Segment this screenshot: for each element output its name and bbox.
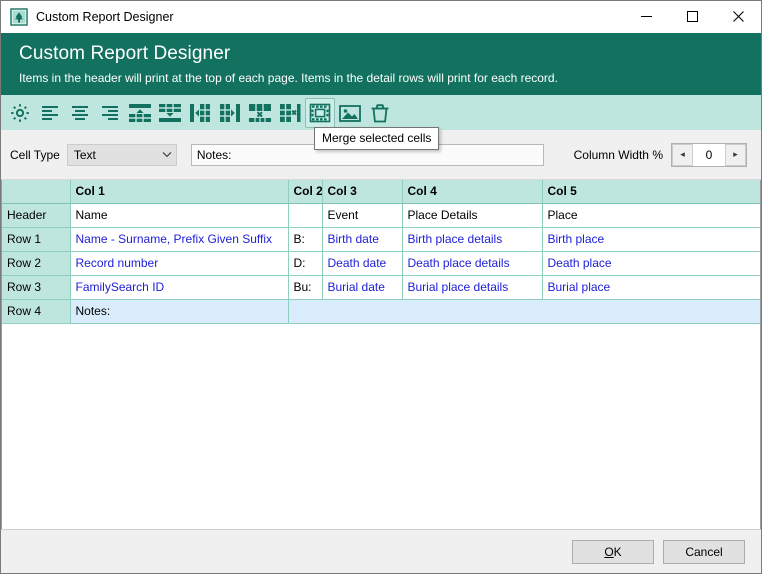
settings-icon	[9, 102, 31, 124]
column-header-col2[interactable]: Col 2	[288, 180, 322, 203]
settings-button[interactable]	[5, 98, 35, 128]
merge-cells-button[interactable]	[305, 98, 335, 128]
cell-row3-col4[interactable]: Burial place details	[402, 275, 542, 299]
cell-row1-col2[interactable]: B:	[288, 227, 322, 251]
cell-row3-col5[interactable]: Burial place	[542, 275, 761, 299]
close-icon	[732, 10, 745, 23]
grid-body: Col 1 Col 2 Col 3 Col 4 Col 5 Header Nam…	[2, 180, 761, 323]
cell-row2-col3[interactable]: Death date	[322, 251, 402, 275]
minimize-button[interactable]	[623, 1, 669, 32]
title-bar: Custom Report Designer	[1, 1, 761, 33]
insert-image-button[interactable]	[335, 98, 365, 128]
page-subtitle: Items in the header will print at the to…	[19, 70, 743, 86]
cell-row2-col2[interactable]: D:	[288, 251, 322, 275]
page-title: Custom Report Designer	[19, 42, 743, 66]
window-title: Custom Report Designer	[36, 10, 623, 24]
row-header-row2[interactable]: Row 2	[2, 251, 70, 275]
delete-column-icon	[278, 102, 302, 124]
row-header-header[interactable]: Header	[2, 203, 70, 227]
insert-row-above-button[interactable]	[125, 98, 155, 128]
row-header-row1[interactable]: Row 1	[2, 227, 70, 251]
cell-row2-col1[interactable]: Record number	[70, 251, 288, 275]
cell-row4-col1[interactable]: Notes:	[70, 299, 288, 323]
column-header-col5[interactable]: Col 5	[542, 180, 761, 203]
column-width-increment-button[interactable]: ▸	[725, 144, 746, 166]
cell-header-col5[interactable]: Place	[542, 203, 761, 227]
merge-cells-icon	[309, 102, 331, 124]
row-header-row3[interactable]: Row 3	[2, 275, 70, 299]
align-center-icon	[69, 102, 91, 124]
align-left-icon	[39, 102, 61, 124]
cell-row2-col5[interactable]: Death place	[542, 251, 761, 275]
column-width-decrement-button[interactable]: ◂	[672, 144, 693, 166]
table-row: Header Name Event Place Details Place	[2, 203, 761, 227]
cell-header-col4[interactable]: Place Details	[402, 203, 542, 227]
grid-column-header-row: Col 1 Col 2 Col 3 Col 4 Col 5	[2, 180, 761, 203]
align-center-button[interactable]	[65, 98, 95, 128]
cell-header-col3[interactable]: Event	[322, 203, 402, 227]
minimize-icon	[640, 10, 653, 23]
cancel-button[interactable]: Cancel	[663, 540, 745, 564]
table-row: Row 1 Name - Surname, Prefix Given Suffi…	[2, 227, 761, 251]
align-right-icon	[99, 102, 121, 124]
report-grid-table: Col 1 Col 2 Col 3 Col 4 Col 5 Header Nam…	[2, 180, 761, 324]
window-controls	[623, 1, 761, 32]
column-width-stepper[interactable]: ◂ 0 ▸	[671, 143, 747, 167]
trash-icon	[369, 102, 391, 124]
insert-column-right-icon	[218, 102, 242, 124]
chevron-down-icon	[158, 151, 176, 158]
cell-row2-col4[interactable]: Death place details	[402, 251, 542, 275]
close-button[interactable]	[715, 1, 761, 32]
custom-report-designer-window: Custom Report Designer Custom Report	[0, 0, 762, 574]
table-row: Row 2 Record number D: Death date Death …	[2, 251, 761, 275]
designer-toolbar	[1, 95, 761, 130]
cell-type-label: Cell Type	[10, 148, 60, 162]
cell-row1-col1[interactable]: Name - Surname, Prefix Given Suffix	[70, 227, 288, 251]
delete-column-button[interactable]	[275, 98, 305, 128]
cell-header-col2[interactable]	[288, 203, 322, 227]
cell-row1-col3[interactable]: Birth date	[322, 227, 402, 251]
page-banner: Custom Report Designer Items in the head…	[1, 33, 761, 95]
dialog-footer: OK Cancel	[1, 529, 761, 573]
column-header-col4[interactable]: Col 4	[402, 180, 542, 203]
column-header-col3[interactable]: Col 3	[322, 180, 402, 203]
column-width-control: Column Width % ◂ 0 ▸	[574, 143, 747, 167]
insert-image-icon	[338, 102, 362, 124]
column-width-label: Column Width %	[574, 148, 663, 162]
column-header-col1[interactable]: Col 1	[70, 180, 288, 203]
ok-button[interactable]: OK	[572, 540, 654, 564]
tree-icon	[10, 8, 28, 26]
cell-row3-col2[interactable]: Bu:	[288, 275, 322, 299]
insert-row-below-button[interactable]	[155, 98, 185, 128]
cell-type-select[interactable]: Text	[67, 144, 177, 166]
cell-row3-col1[interactable]: FamilySearch ID	[70, 275, 288, 299]
cell-row1-col4[interactable]: Birth place details	[402, 227, 542, 251]
insert-row-above-icon	[127, 102, 153, 124]
column-width-value[interactable]: 0	[693, 144, 725, 166]
insert-column-left-button[interactable]	[185, 98, 215, 128]
maximize-icon	[686, 10, 699, 23]
delete-button[interactable]	[365, 98, 395, 128]
grid-corner-cell[interactable]	[2, 180, 70, 203]
table-row: Row 4 Notes:	[2, 299, 761, 323]
insert-column-right-button[interactable]	[215, 98, 245, 128]
insert-column-left-icon	[188, 102, 212, 124]
delete-row-icon	[247, 102, 273, 124]
insert-row-below-icon	[157, 102, 183, 124]
cell-header-col1[interactable]: Name	[70, 203, 288, 227]
align-left-button[interactable]	[35, 98, 65, 128]
cell-row3-col3[interactable]: Burial date	[322, 275, 402, 299]
cell-row1-col5[interactable]: Birth place	[542, 227, 761, 251]
merge-cells-tooltip: Merge selected cells	[314, 127, 439, 150]
report-layout-grid: Col 1 Col 2 Col 3 Col 4 Col 5 Header Nam…	[1, 180, 761, 529]
delete-row-button[interactable]	[245, 98, 275, 128]
maximize-button[interactable]	[669, 1, 715, 32]
align-right-button[interactable]	[95, 98, 125, 128]
table-row: Row 3 FamilySearch ID Bu: Burial date Bu…	[2, 275, 761, 299]
cell-row4-merged[interactable]	[288, 299, 761, 323]
cell-type-value: Text	[68, 148, 158, 162]
row-header-row4[interactable]: Row 4	[2, 299, 70, 323]
